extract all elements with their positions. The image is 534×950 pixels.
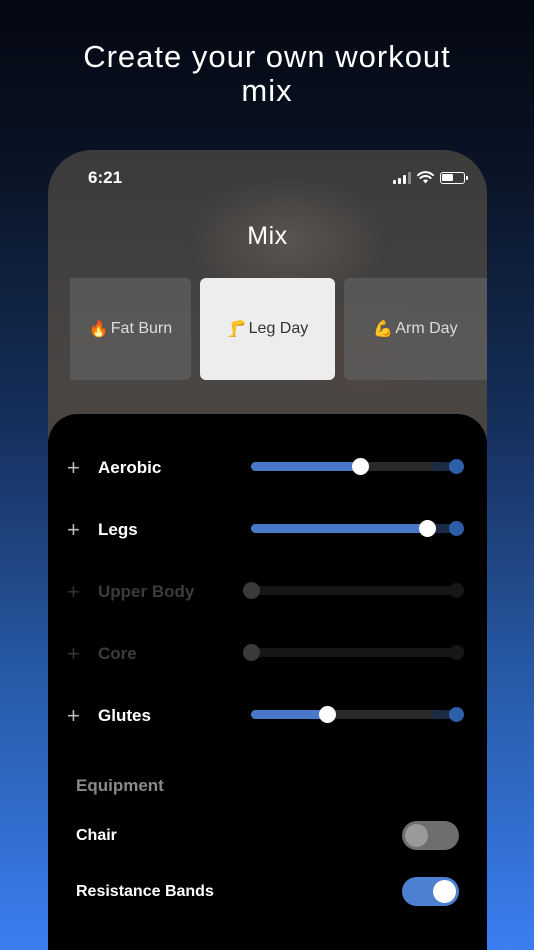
plus-icon[interactable]: + xyxy=(67,579,80,605)
slider-label: Glutes xyxy=(98,706,151,725)
slider-fill xyxy=(251,710,327,719)
plus-icon[interactable]: + xyxy=(67,641,80,667)
equipment-label: Resistance Bands xyxy=(76,883,214,900)
toggle-knob xyxy=(405,824,428,847)
glutes-slider[interactable] xyxy=(251,706,464,723)
equipment-heading: Equipment xyxy=(76,776,164,795)
mix-card-carousel[interactable]: 🔥 Fat Burn 🦵 Leg Day 💪 Arm Day xyxy=(48,278,487,380)
equipment-label: Chair xyxy=(76,827,117,844)
plus-icon[interactable]: + xyxy=(67,455,80,481)
slider-thumb[interactable] xyxy=(243,644,260,661)
screen-title: Mix xyxy=(247,222,288,250)
aerobic-slider[interactable] xyxy=(251,458,464,475)
slider-row-core: + Core xyxy=(48,638,487,668)
mix-settings-panel: + Aerobic + Legs + Upper Body + Core + G… xyxy=(48,414,487,950)
battery-icon xyxy=(440,171,468,184)
phone-frame: 6:21 Mix 🔥 Fat Burn 🦵 Leg Day 💪 Arm Day xyxy=(48,150,487,950)
mix-card-fat-burn[interactable]: 🔥 Fat Burn xyxy=(70,278,191,380)
slider-end-dot xyxy=(449,583,464,598)
slider-thumb[interactable] xyxy=(243,582,260,599)
slider-row-aerobic: + Aerobic xyxy=(48,452,487,482)
slider-row-legs: + Legs xyxy=(48,514,487,544)
slider-thumb[interactable] xyxy=(352,458,370,475)
status-bar: 6:21 xyxy=(48,168,487,188)
slider-end-dot xyxy=(449,645,464,660)
wifi-icon xyxy=(417,171,434,184)
slider-thumb[interactable] xyxy=(318,706,336,723)
slider-end-dot xyxy=(449,707,464,722)
core-slider[interactable] xyxy=(243,644,464,661)
legs-slider[interactable] xyxy=(251,520,464,537)
mix-card-arm-day[interactable]: 💪 Arm Day xyxy=(344,278,487,380)
mix-card-label: Fat Burn xyxy=(110,320,173,337)
slider-label: Upper Body xyxy=(98,582,195,601)
leg-icon: 🦵 xyxy=(226,321,247,338)
mix-card-label: Leg Day xyxy=(248,320,309,337)
resistance-bands-toggle[interactable] xyxy=(402,877,459,906)
cellular-signal-icon xyxy=(393,171,411,184)
equipment-row-resistance-bands: Resistance Bands xyxy=(48,877,487,907)
plus-icon[interactable]: + xyxy=(67,517,80,543)
fire-icon: 🔥 xyxy=(88,321,109,338)
upper-body-slider[interactable] xyxy=(243,582,464,599)
mix-card-leg-day[interactable]: 🦵 Leg Day xyxy=(200,278,335,380)
mix-card-label: Arm Day xyxy=(395,320,458,337)
slider-end-dot xyxy=(449,521,464,536)
slider-label: Aerobic xyxy=(98,458,162,477)
status-icons xyxy=(393,171,468,184)
slider-end-dot xyxy=(449,459,464,474)
equipment-row-chair: Chair xyxy=(48,821,487,851)
slider-label: Core xyxy=(98,644,137,663)
slider-row-glutes: + Glutes xyxy=(48,700,487,730)
toggle-knob xyxy=(433,880,456,903)
slider-label: Legs xyxy=(98,520,138,539)
marketing-headline: Create your own workout mix xyxy=(83,39,451,108)
flexed-biceps-icon: 💪 xyxy=(373,321,394,338)
slider-thumb[interactable] xyxy=(419,520,437,537)
status-time: 6:21 xyxy=(88,168,123,187)
slider-fill xyxy=(251,462,361,471)
chair-toggle[interactable] xyxy=(402,821,459,850)
slider-fill xyxy=(251,524,428,533)
slider-row-upper-body: + Upper Body xyxy=(48,576,487,606)
plus-icon[interactable]: + xyxy=(67,703,80,729)
